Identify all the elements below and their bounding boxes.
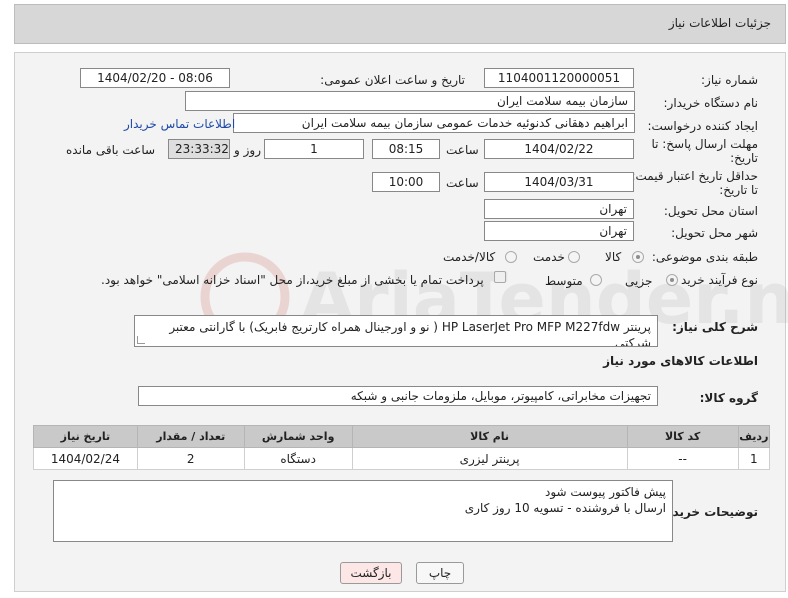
cell-goods-name: پرینتر لیزری	[351, 447, 628, 470]
col-quantity: تعداد / مقدار	[136, 425, 245, 448]
col-goods-code: کد کالا	[626, 425, 739, 448]
resize-grip-icon	[137, 336, 145, 344]
process-radio-medium[interactable]	[590, 274, 602, 286]
cell-goods-code: --	[626, 447, 739, 470]
description-label: شرح کلی نیاز:	[672, 320, 758, 334]
days-field: 1	[264, 139, 364, 159]
cell-quantity: 2	[136, 447, 245, 470]
deadline-label-line2: تاریخ:	[730, 151, 758, 165]
print-button[interactable]: چاپ	[416, 562, 464, 584]
back-button[interactable]: بازگشت	[340, 562, 402, 584]
table-header-row: ردیف کد کالا نام کالا واحد شمارش تعداد /…	[33, 425, 771, 448]
deadline-time-field: 08:15	[372, 139, 440, 159]
requester-field: ابراهیم دهقانی کدنوئیه خدمات عمومی سازما…	[233, 113, 635, 133]
announce-value: 1404/02/20 - 08:06	[97, 71, 213, 85]
announce-field: 1404/02/20 - 08:06	[80, 68, 230, 88]
deadline-label-line1: مهلت ارسال پاسخ: تا	[651, 137, 758, 151]
cell-unit: دستگاه	[243, 447, 353, 470]
city-field: تهران	[484, 221, 634, 241]
buyer-notes-line2: ارسال با فروشنده - تسویه 10 روز کاری	[464, 501, 666, 515]
city-label: شهر محل تحویل:	[671, 226, 758, 240]
cell-row-number: 1	[737, 447, 771, 470]
buyer-contact-link[interactable]: اطلاعات تماس خریدار	[124, 117, 235, 131]
process-option-partial: جزیی	[625, 274, 653, 288]
requester-label: ایجاد کننده درخواست:	[647, 119, 758, 133]
province-label: استان محل تحویل:	[663, 204, 758, 218]
process-label: نوع فرآیند خرید :	[673, 273, 758, 287]
header-bar: جزئیات اطلاعات نیاز	[14, 4, 786, 44]
need-number-label: شماره نیاز:	[701, 73, 758, 87]
category-option-goods: کالا	[605, 250, 622, 264]
payment-note: پرداخت تمام یا بخشی از مبلغ خرید،از محل …	[101, 273, 484, 287]
table-row: 1 -- پرینتر لیزری دستگاه 2 1404/02/24	[33, 447, 771, 470]
description-text: پرینتر HP LaserJet Pro MFP M227fdw ( نو …	[169, 320, 651, 347]
process-radio-partial[interactable]	[666, 274, 678, 286]
buyer-org-field: سازمان بیمه سلامت ایران	[185, 91, 635, 111]
deadline-time-label: ساعت	[446, 143, 479, 157]
validity-label-line1: حداقل تاریخ اعتبار قیمت:	[631, 169, 758, 183]
col-row-number: ردیف	[737, 425, 771, 448]
validity-time-field: 10:00	[372, 172, 440, 192]
description-textarea[interactable]: پرینتر HP LaserJet Pro MFP M227fdw ( نو …	[134, 315, 658, 347]
col-need-date: تاریخ نیاز	[33, 425, 138, 448]
goods-group-field: تجهیزات مخابراتی، کامپیوتر، موبایل، ملزو…	[138, 386, 658, 406]
validity-label-line2: تا تاریخ:	[719, 183, 758, 197]
remaining-time-label: ساعت باقی مانده	[66, 143, 156, 157]
category-radio-goods-service[interactable]	[505, 251, 517, 263]
deadline-date-field: 1404/02/22	[484, 139, 634, 159]
cell-need-date: 1404/02/24	[33, 447, 138, 470]
col-unit: واحد شمارش	[243, 425, 353, 448]
payment-checkbox[interactable]	[494, 271, 506, 283]
buyer-notes-line1: پیش فاکتور پیوست شود	[544, 485, 666, 499]
buyer-org-label: نام دستگاه خریدار:	[663, 96, 759, 110]
validity-time-label: ساعت	[446, 176, 479, 190]
category-radio-service[interactable]	[568, 251, 580, 263]
announce-label: تاریخ و ساعت اعلان عمومی:	[320, 73, 465, 87]
goods-group-label: گروه کالا:	[699, 391, 758, 405]
buyer-notes-textarea[interactable]: پیش فاکتور پیوست شود ارسال با فروشنده - …	[53, 480, 673, 542]
category-radio-goods[interactable]	[632, 251, 644, 263]
remaining-time-field: 23:33:32	[168, 139, 230, 159]
need-number-field: 1104001120000051	[484, 68, 634, 88]
goods-info-title: اطلاعات کالاهای مورد نیاز	[603, 354, 758, 368]
items-table: ردیف کد کالا نام کالا واحد شمارش تعداد /…	[33, 425, 771, 470]
days-label: روز و	[234, 143, 261, 157]
col-goods-name: نام کالا	[351, 425, 628, 448]
province-field: تهران	[484, 199, 634, 219]
category-option-service: خدمت	[533, 250, 565, 264]
category-label: طبقه بندی موضوعی:	[651, 250, 758, 264]
validity-date-field: 1404/03/31	[484, 172, 634, 192]
category-option-goods-service: کالا/خدمت	[443, 250, 496, 264]
process-option-medium: متوسط	[545, 274, 583, 288]
page-title: جزئیات اطلاعات نیاز	[668, 16, 771, 30]
